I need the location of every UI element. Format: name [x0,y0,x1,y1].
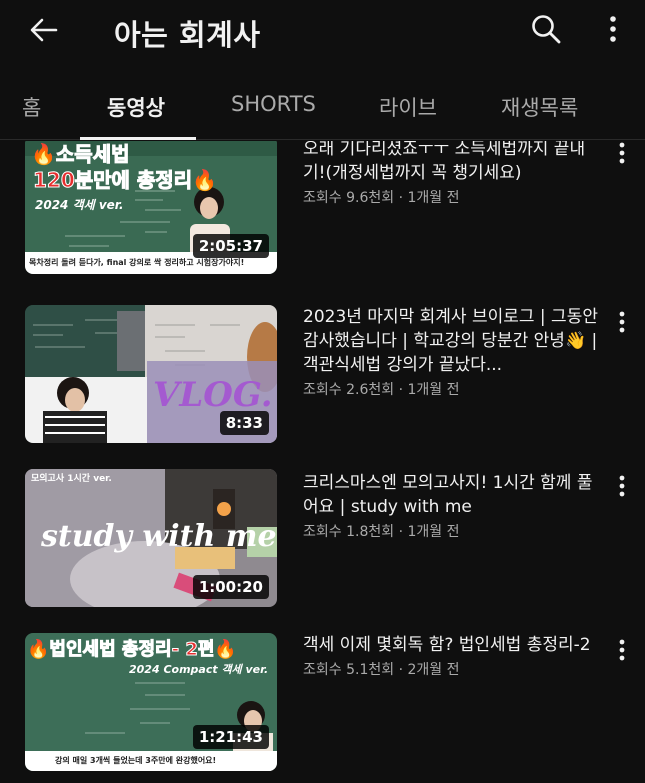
more-vert-icon[interactable] [598,11,628,47]
video-duration: 8:33 [219,411,269,435]
video-title: 오래 기다리셨죠ㅜㅜ 소득세법까지 끝내기!(개정세법까지 꼭 챙기세요) [303,141,586,183]
thumbnail-corner-label: 모의고사 1시간 ver. [31,474,112,484]
video-stats: 조회수 5.1천회 · 2개월 전 [303,662,460,678]
video-title: 2023년 마지막 회계사 브이로그 | 그동안 감사했습니다 | 학교강의 당… [303,307,598,375]
thumbnail-caption: 강의 매일 3개씩 들었는데 3주만에 완강했어요! [55,756,217,765]
video-stats: 조회수 1.8천회 · 1개월 전 [303,524,460,540]
video-list: 🔥소득세법 120분만에 총정리🔥 2024 객세 ver. 목차정리 돌려 듣… [0,141,645,783]
video-thumbnail[interactable]: 🔥소득세법 120분만에 총정리🔥 2024 객세 ver. 목차정리 돌려 듣… [25,141,277,274]
video-title: 객세 이제 몇회독 함? 법인세법 총정리-2 [303,635,591,655]
app-screen: 아는 회계사 홈 동영상 SHORTS 라이브 재생목록 🔥소득세법 120분만… [0,0,645,783]
tab-live[interactable]: 라이브 [379,92,437,122]
more-vert-icon[interactable] [610,141,634,169]
channel-tabs: 홈 동영상 SHORTS 라이브 재생목록 [0,72,645,140]
search-icon[interactable] [528,11,564,47]
video-item: 🔥소득세법 120분만에 총정리🔥 2024 객세 ver. 목차정리 돌려 듣… [0,141,645,286]
video-stats: 조회수 9.6천회 · 1개월 전 [303,190,460,206]
active-tab-indicator [80,137,196,140]
video-item: 🔥법인세법 총정리- 2편🔥 2024 Compact 객세 ver. 강의 매… [0,633,645,783]
video-meta[interactable]: 오래 기다리셨죠ㅜㅜ 소득세법까지 끝내기!(개정세법까지 꼭 챙기세요) 조회… [303,141,598,207]
video-item: 모의고사 1시간 ver. study with me 1:00:20 크리스마… [0,469,645,619]
thumbnail-title-line2: 120분만에 총정리🔥 [32,168,218,193]
video-duration: 2:05:37 [192,234,269,258]
video-title: 크리스마스엔 모의고사지! 1시간 함께 풀어요 | study with me [303,473,593,517]
video-duration: 1:00:20 [192,575,269,599]
more-vert-icon[interactable] [610,308,634,338]
tab-playlists[interactable]: 재생목록 [501,92,578,122]
tab-home[interactable]: 홈 [22,92,41,122]
video-meta[interactable]: 객세 이제 몇회독 함? 법인세법 총정리-2 조회수 5.1천회 · 2개월 … [303,633,598,679]
arrow-left-icon[interactable] [26,12,62,48]
thumbnail-script-text: study with me [41,519,277,554]
thumbnail-subtitle: 2024 객세 ver. [35,198,124,212]
tab-videos[interactable]: 동영상 [107,92,165,122]
video-meta[interactable]: 크리스마스엔 모의고사지! 1시간 함께 풀어요 | study with me… [303,471,598,541]
thumbnail-vlog-text: VLOG. [153,375,273,415]
video-stats: 조회수 2.6천회 · 1개월 전 [303,382,460,398]
channel-title: 아는 회계사 [114,18,261,52]
more-vert-icon[interactable] [610,472,634,502]
more-vert-icon[interactable] [610,636,634,666]
tab-shorts[interactable]: SHORTS [231,92,316,116]
thumbnail-title-line1: 🔥법인세법 총정리- 2편🔥 [27,639,238,661]
video-meta[interactable]: 2023년 마지막 회계사 브이로그 | 그동안 감사했습니다 | 학교강의 당… [303,305,598,399]
video-item: VLOG. 8:33 2023년 마지막 회계사 브이로그 | 그동안 감사했습… [0,305,645,455]
top-app-bar: 아는 회계사 [0,0,645,60]
thumbnail-caption: 목차정리 돌려 듣다가, final 강의로 싹 정리하고 시험장가야지! [29,258,245,267]
video-thumbnail[interactable]: 🔥법인세법 총정리- 2편🔥 2024 Compact 객세 ver. 강의 매… [25,633,277,771]
video-thumbnail[interactable]: 모의고사 1시간 ver. study with me 1:00:20 [25,469,277,607]
video-duration: 1:21:43 [192,725,269,749]
thumbnail-subtitle: 2024 Compact 객세 ver. [129,663,269,676]
video-thumbnail[interactable]: VLOG. 8:33 [25,305,277,443]
